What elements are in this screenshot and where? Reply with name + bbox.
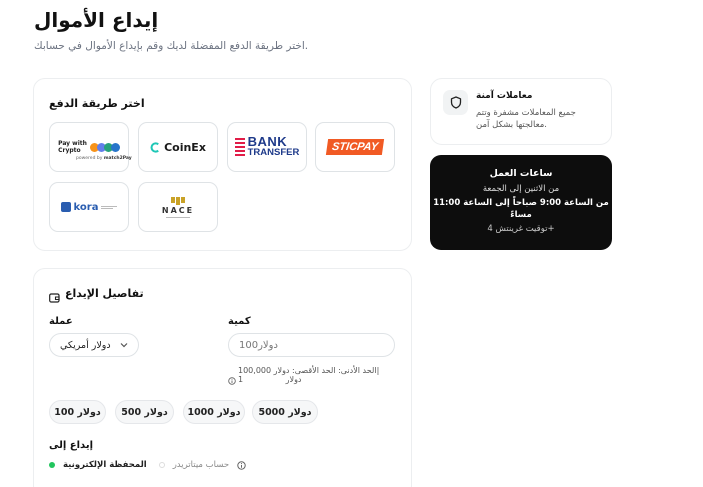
- ewallet-option-label[interactable]: المحفظة الإلكترونية: [63, 460, 147, 470]
- mt-option-label[interactable]: حساب ميتاتريدر: [173, 460, 229, 470]
- shield-icon: [443, 90, 468, 115]
- amount-limits: الحد الأدنى: الحد الأقصى: دولار 100,000|…: [238, 366, 379, 384]
- quick-amount-1000[interactable]: دولار 1000: [183, 400, 245, 424]
- method-tile-coinex[interactable]: CoinEx: [138, 122, 218, 172]
- secure-title: معاملات آمنة: [476, 91, 533, 101]
- secure-text: جميع المعاملات مشفرة وتتم معالجتها بشكل …: [476, 107, 596, 131]
- hours-time-line1: من الساعة 9:00 صباحاً إلى الساعة 11:00: [433, 198, 609, 208]
- nace-tagline-icon: [165, 216, 190, 218]
- bank-line1: BANK: [247, 134, 288, 149]
- crypto-brand: match2Pay: [103, 156, 132, 161]
- info-icon: [237, 460, 246, 470]
- secure-text-line1: جميع المعاملات مشفرة وتتم: [476, 108, 576, 118]
- method-tile-crypto[interactable]: Pay with Crypto powered by match2Pay: [49, 122, 132, 172]
- hours-days: من الاثنين إلى الجمعة: [482, 184, 560, 194]
- bank-stripes-icon: [234, 138, 245, 156]
- payment-methods-title: اختر طريقة الدفع: [49, 97, 145, 110]
- secure-text-line2: معالجتها بشكل آمن.: [476, 120, 547, 130]
- quick-amount-100[interactable]: دولار 100: [49, 400, 106, 424]
- crypto-coins-icon: [89, 142, 120, 152]
- working-hours-card: ساعات العمل من الاثنين إلى الجمعة من الس…: [430, 155, 612, 250]
- crypto-line1: Pay with: [58, 140, 87, 147]
- quick-amount-5000[interactable]: دولار 5000: [252, 400, 318, 424]
- chevron-down-icon: [120, 343, 128, 348]
- nace-label: NACE: [161, 205, 195, 215]
- crypto-powered: powered by: [76, 156, 103, 161]
- hours-timezone: توقيت غرينتش 4+: [487, 224, 555, 234]
- currency-select[interactable]: دولار أمريكي: [49, 333, 139, 357]
- method-tile-nace[interactable]: NACE: [138, 182, 218, 232]
- bank-line2: TRANSFER: [247, 147, 300, 158]
- currency-value: دولار أمريكي: [60, 339, 111, 351]
- method-tile-kora[interactable]: kora: [49, 182, 129, 232]
- deposit-target-options: المحفظة الإلكترونية حساب ميتاتريدر: [49, 460, 246, 470]
- hours-title: ساعات العمل: [489, 168, 553, 179]
- deposit-details-title: تفاصيل الإيداع: [65, 287, 144, 300]
- method-tile-sticpay[interactable]: STICPAY: [315, 122, 395, 172]
- currency-label: عملة: [49, 316, 73, 327]
- nace-emblem-icon: [170, 196, 185, 205]
- limits-min-value: 1: [238, 375, 244, 384]
- kora-label: kora: [73, 201, 99, 213]
- limits-min-label: الحد الأدنى:: [338, 366, 377, 375]
- crypto-line2: Crypto: [58, 147, 81, 154]
- wallet-radio[interactable]: [49, 462, 55, 468]
- sticpay-label: STICPAY: [331, 141, 379, 153]
- info-icon: [228, 370, 236, 389]
- coinex-label: CoinEx: [164, 140, 206, 154]
- mt-radio[interactable]: [158, 462, 165, 468]
- sticpay-logo: STICPAY: [325, 139, 385, 155]
- kora-tagline-icon: [101, 205, 118, 209]
- page-title: إيداع الأموال: [34, 8, 159, 32]
- amount-label: كمية: [228, 316, 251, 327]
- hours-time-line2: مساءً: [510, 210, 532, 220]
- method-tile-bank-transfer[interactable]: BANK TRANSFER: [227, 122, 307, 172]
- page-subtitle: اختر طريقة الدفع المفضلة لديك وقم بإيداع…: [34, 40, 309, 52]
- coinex-logo-icon: [150, 141, 159, 153]
- quick-amount-500[interactable]: دولار 500: [115, 400, 174, 424]
- limits-currency: دولار: [285, 375, 302, 384]
- amount-input[interactable]: [228, 333, 395, 357]
- kora-logo-icon: [60, 202, 71, 212]
- limits-max-label: الحد الأقصى: دولار: [273, 366, 336, 375]
- deposit-to-label: إيداع إلى: [49, 440, 93, 451]
- wallet-icon: [49, 288, 60, 307]
- hours-time: من الساعة 9:00 صباحاً إلى الساعة 11:00 م…: [430, 197, 612, 221]
